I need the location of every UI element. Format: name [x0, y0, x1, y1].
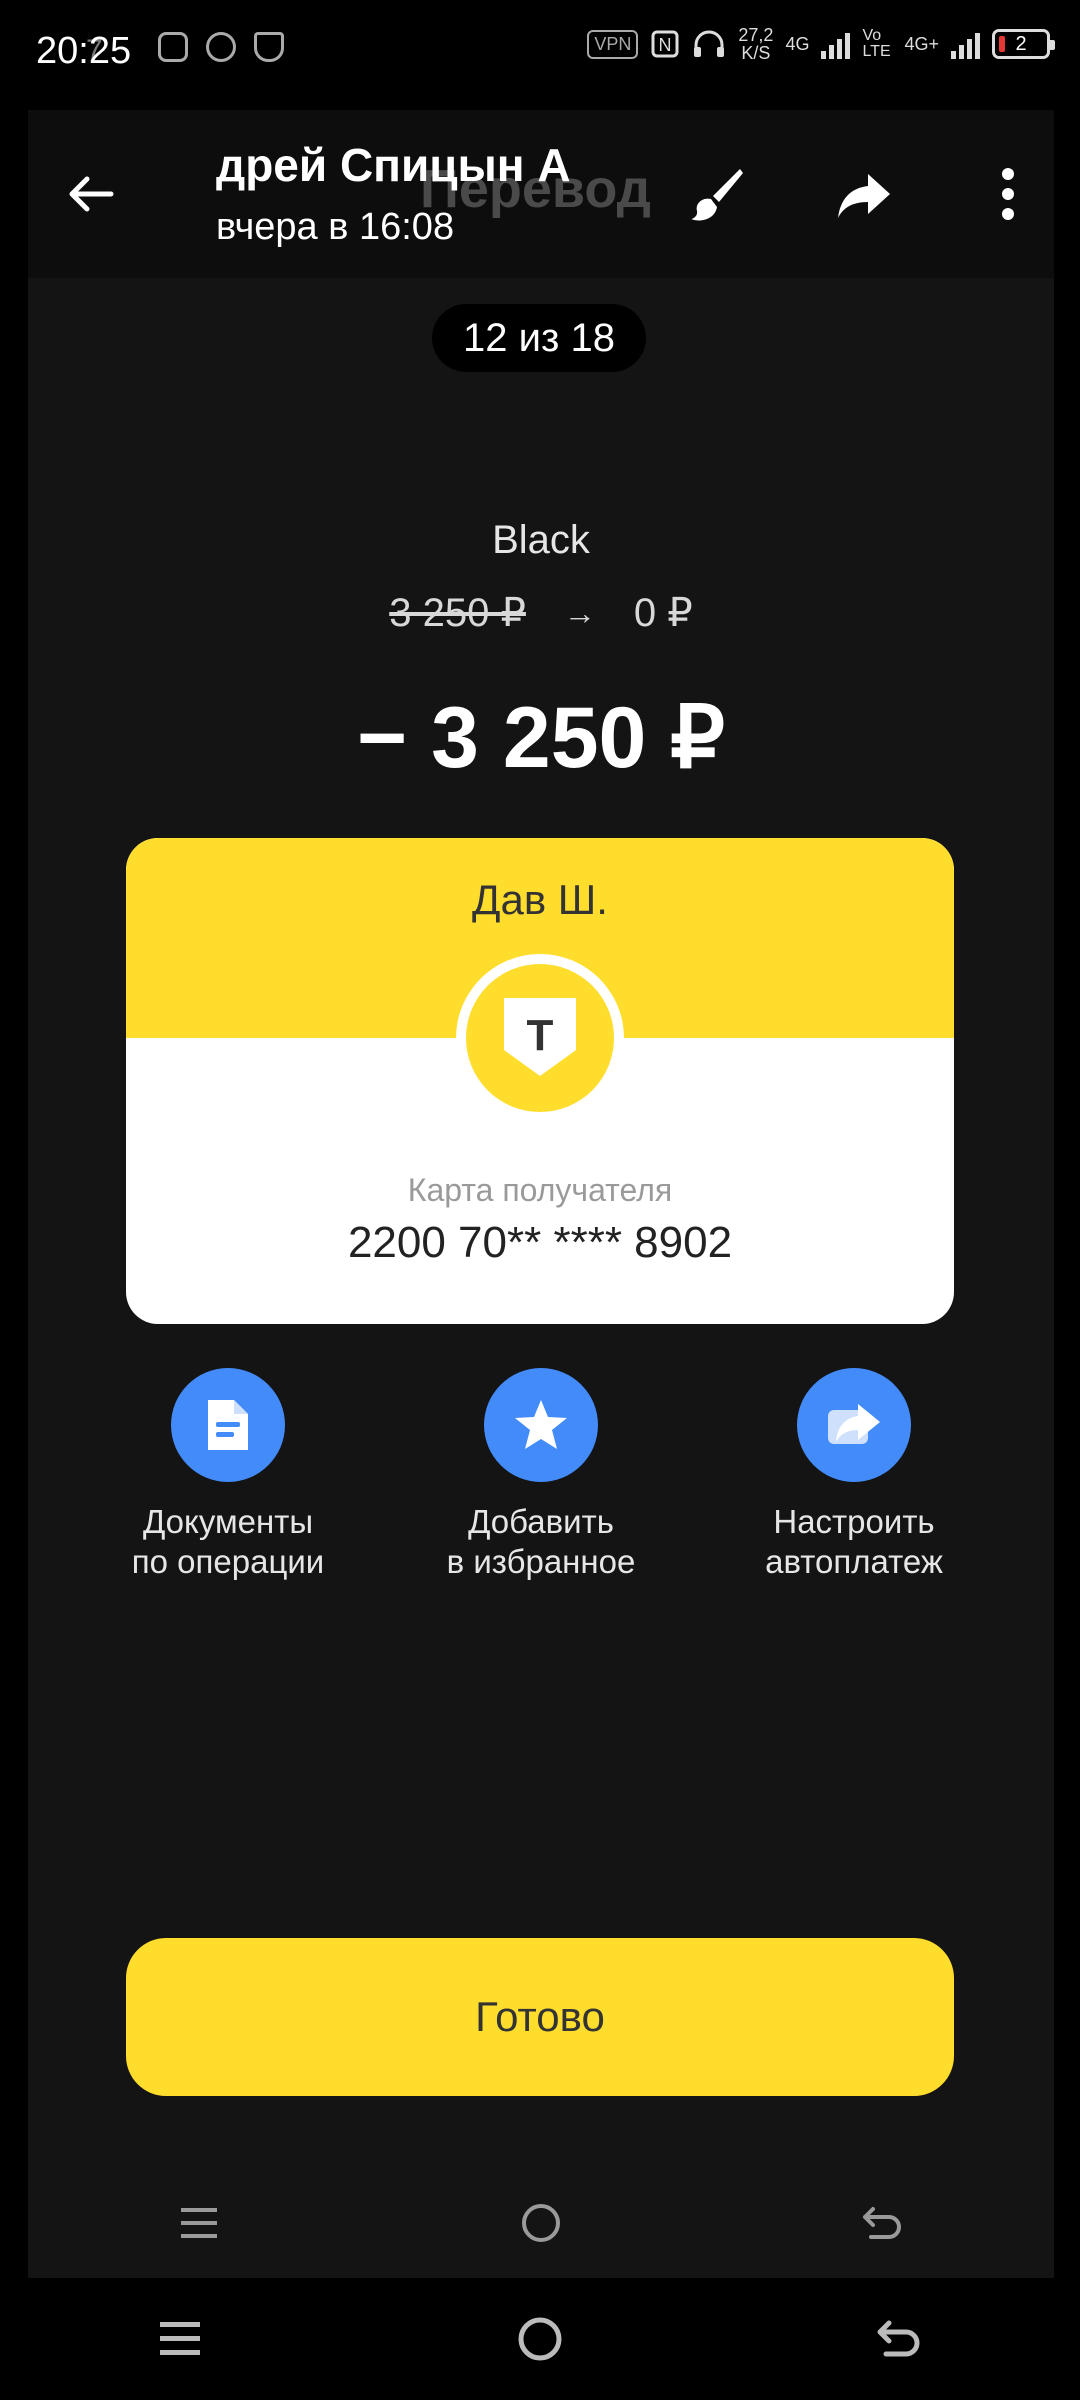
speed-value: 27,2	[738, 25, 774, 45]
brush-icon	[691, 169, 743, 221]
favorite-label: Добавить в избранное	[446, 1503, 636, 1580]
done-button[interactable]: Готово	[126, 1938, 954, 2096]
recipient-name: Дав Ш.	[472, 876, 608, 923]
operation-actions: Документы по операции Добавить в избранн…	[88, 1368, 994, 1582]
documents-label: Документы по операции	[131, 1503, 325, 1580]
nfc-icon: N	[651, 30, 679, 58]
signal-icon	[821, 29, 851, 59]
status-bar: 7 20:25 VPN N 27,2 K/S 4G Vo LTE 4G+ 2	[0, 0, 1080, 110]
network-speed: 27,2 K/S	[738, 26, 773, 62]
recipient-card-number: 2200 70** **** 8902	[347, 1218, 733, 1267]
bank-logo: Т	[456, 954, 624, 1122]
more-vertical-icon	[1002, 168, 1014, 220]
forward-arrow-icon	[838, 174, 890, 218]
system-home-button[interactable]	[490, 2299, 590, 2379]
star-icon	[515, 1400, 567, 1449]
bank-logo-circle: Т	[466, 964, 614, 1112]
shield-notification-icon	[254, 32, 284, 62]
headphones-icon	[694, 30, 725, 57]
inner-menu-button[interactable]	[149, 2183, 249, 2263]
home-circle-icon	[522, 2204, 560, 2242]
bank-notification-icon	[158, 32, 188, 62]
inner-home-button[interactable]	[491, 2183, 591, 2263]
account-product-name: Black	[492, 518, 590, 562]
bank-shield-icon: Т	[504, 998, 576, 1076]
system-menu-button[interactable]	[130, 2299, 230, 2379]
balance-before: 3 250 ₽	[389, 591, 526, 635]
speed-unit: K/S	[741, 43, 771, 63]
back-curve-icon	[877, 2320, 920, 2357]
autopay-action[interactable]: Настроить автоплатеж	[714, 1368, 994, 1582]
network-type-1: 4G	[785, 33, 810, 54]
more-options-button[interactable]	[968, 154, 1048, 234]
document-icon	[208, 1400, 248, 1450]
add-favorite-button[interactable]	[484, 1368, 598, 1482]
message-date: вчера в 16:08	[216, 206, 455, 248]
network-type-2: Vo LTE	[862, 27, 891, 60]
back-button[interactable]	[50, 154, 130, 234]
forward-button[interactable]	[824, 154, 904, 234]
arrow-left-icon	[69, 176, 114, 212]
documents-button[interactable]	[171, 1368, 285, 1482]
balance-change: 3 250 ₽ → 0 ₽	[28, 590, 1054, 636]
inner-back-button[interactable]	[833, 2183, 933, 2263]
inner-navigation-bar	[28, 2168, 1054, 2278]
edit-button[interactable]	[676, 154, 756, 234]
transfer-receipt-screen: Перевод дрей Спицын А вчера в 16:08 12 и…	[28, 110, 1054, 2278]
balance-after: 0 ₽	[633, 591, 693, 635]
back-curve-icon	[863, 2207, 901, 2239]
vpn-icon: VPN	[587, 29, 639, 59]
system-back-button[interactable]	[850, 2299, 950, 2379]
svg-text:N: N	[659, 35, 672, 55]
battery-icon: 2	[992, 29, 1055, 59]
status-notification-icons	[158, 32, 284, 62]
autopay-label: Настроить автоплатеж	[765, 1503, 943, 1580]
arrow-right-icon: →	[563, 594, 596, 631]
status-time: 20:25	[36, 30, 132, 72]
home-circle-icon	[518, 2317, 562, 2361]
battery-level: 2	[1015, 32, 1027, 55]
top-app-bar: Перевод дрей Спицын А вчера в 16:08	[28, 110, 1054, 278]
menu-lines-icon	[160, 2322, 200, 2355]
recipient-card-label: Карта получателя	[407, 1172, 673, 1208]
documents-action[interactable]: Документы по операции	[88, 1368, 368, 1582]
recipient-card: Дав Ш. Т Карта получателя 2200 70** ****…	[126, 838, 954, 1324]
autopay-button[interactable]	[797, 1368, 911, 1482]
signal-icon-2	[951, 29, 980, 59]
media-counter: 12 из 18	[432, 304, 646, 372]
network-type-3: 4G+	[904, 33, 939, 54]
favorite-action[interactable]: Добавить в избранное	[401, 1368, 681, 1582]
menu-lines-icon	[181, 2208, 217, 2238]
autopay-icon	[828, 1404, 880, 1444]
transfer-amount: − 3 250 ₽	[357, 690, 725, 786]
bank-logo-letter: Т	[527, 1011, 554, 1060]
system-navigation-bar	[0, 2278, 1080, 2400]
status-indicators: VPN N 27,2 K/S 4G Vo LTE 4G+ 2	[587, 26, 1055, 62]
check-notification-icon	[206, 32, 236, 62]
contact-title: дрей Спицын А	[216, 139, 571, 191]
